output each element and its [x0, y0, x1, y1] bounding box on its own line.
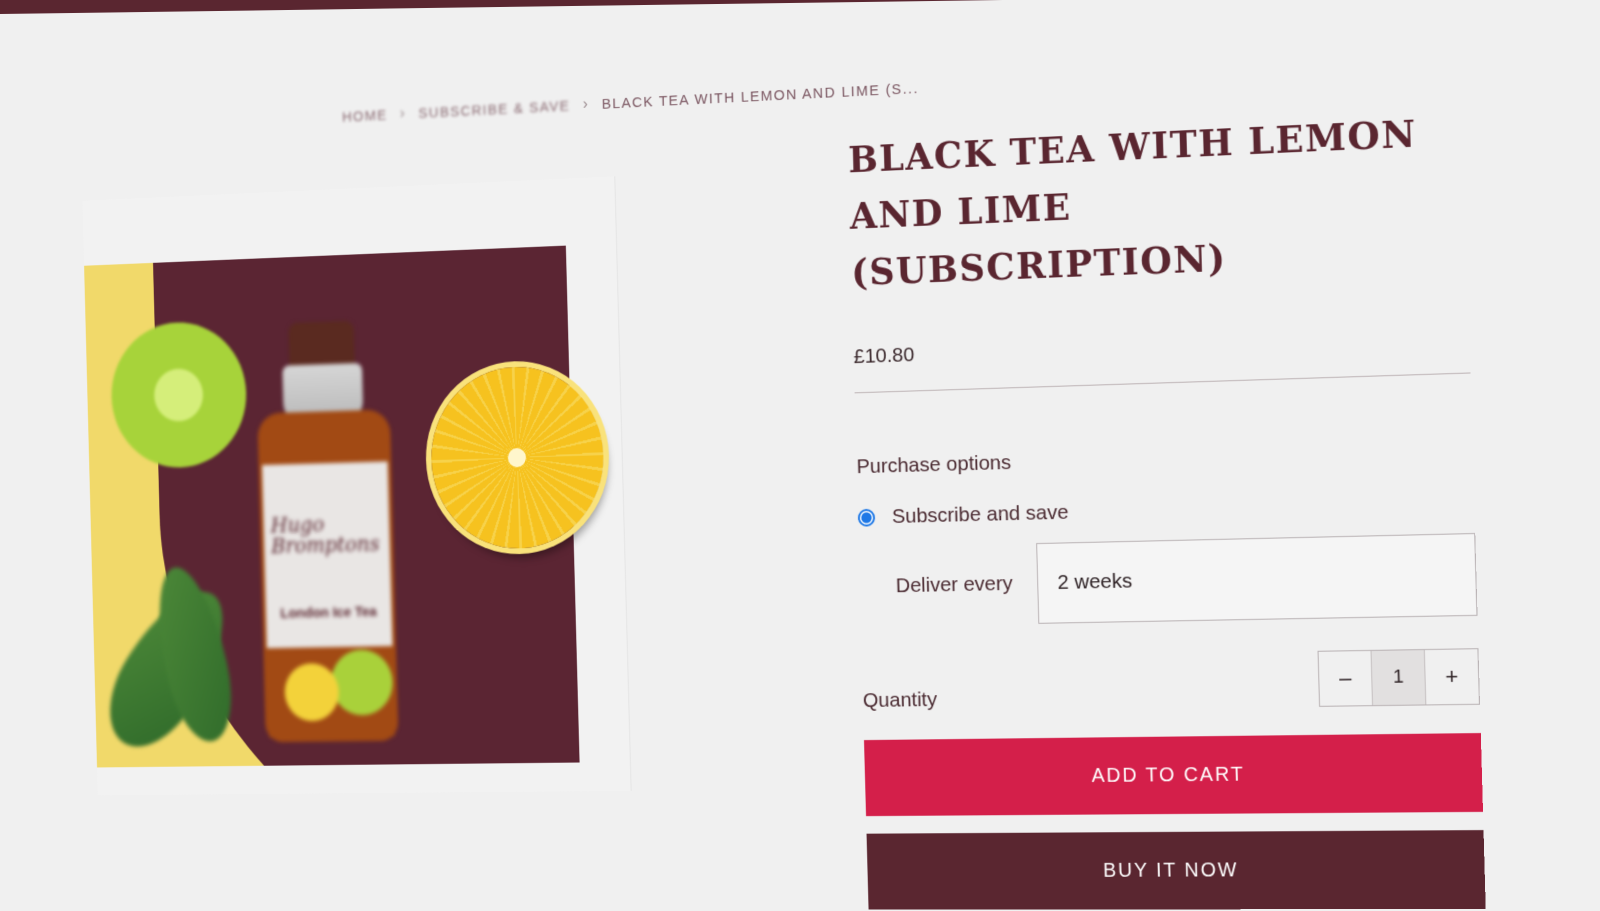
breadcrumb-current: Black Tea with Lemon and Lime (S...	[602, 80, 919, 112]
bottle-illustration: Hugo Bromptons London Ice Tea	[255, 319, 399, 747]
quantity-decrement-button[interactable]: –	[1319, 651, 1372, 706]
deliver-frequency-select[interactable]: 2 weeks	[1036, 533, 1477, 624]
deliver-every-row: Deliver every 2 weeks	[895, 533, 1478, 626]
breadcrumb: Home › Subscribe & Save › Black Tea with…	[342, 79, 919, 125]
product-page: Home › Subscribe & Save › Black Tea with…	[88, 0, 1600, 902]
subscribe-option-label: Subscribe and save	[892, 501, 1069, 529]
bottle-product-line: London Ice Tea	[266, 603, 392, 622]
bottle-label	[262, 461, 393, 662]
quantity-row: Quantity – 1 +	[862, 648, 1480, 713]
product-price: £10.80	[853, 324, 1470, 393]
bottle-fruit-band	[267, 646, 395, 737]
breadcrumb-home-link[interactable]: Home	[342, 107, 388, 125]
product-info: Black Tea with Lemon and Lime (Subscript…	[848, 102, 1486, 910]
chevron-right-icon: ›	[400, 105, 407, 122]
subscribe-radio[interactable]	[858, 509, 875, 527]
deliver-frequency-value: 2 weeks	[1057, 570, 1132, 595]
breadcrumb-collection-link[interactable]: Subscribe & Save	[418, 97, 570, 121]
quantity-stepper[interactable]: – 1 +	[1318, 648, 1480, 707]
quantity-input[interactable]: 1	[1371, 650, 1427, 705]
quantity-label: Quantity	[863, 688, 938, 712]
purchase-options-label: Purchase options	[856, 438, 1473, 479]
buy-it-now-button[interactable]: Buy it now	[867, 830, 1486, 910]
deliver-every-label: Deliver every	[895, 572, 1037, 598]
bottle-brand-text: Hugo Bromptons	[270, 513, 393, 557]
quantity-increment-button[interactable]: +	[1425, 649, 1479, 704]
product-title: Black Tea with Lemon and Lime (Subscript…	[848, 102, 1468, 301]
add-to-cart-button[interactable]: Add to cart	[864, 733, 1483, 816]
subscribe-option[interactable]: Subscribe and save	[858, 491, 1475, 530]
chevron-right-icon: ›	[583, 96, 590, 114]
